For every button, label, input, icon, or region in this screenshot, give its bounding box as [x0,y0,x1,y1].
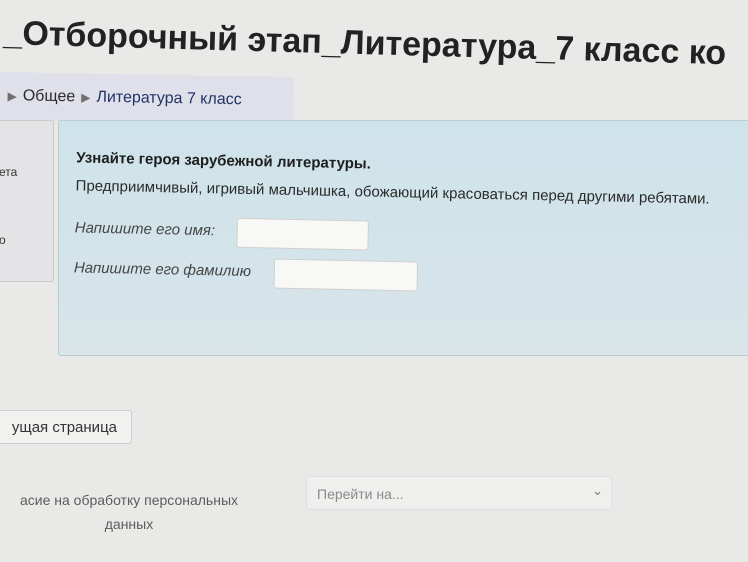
page-title: _Отборочный этап_Литература_7 класс ко [2,14,727,73]
first-name-label: Напишите его имя: [74,219,216,240]
question-card: Узнайте героя зарубежной литературы. Пре… [58,120,748,356]
breadcrumb: ▶ Общее ▶ Литература 7 класс [0,72,294,126]
breadcrumb-item-course[interactable]: Литература 7 класс [96,89,242,110]
jump-to-select[interactable]: Перейти на... ⌄ [306,476,612,510]
breadcrumb-item-general[interactable]: Общее [23,87,76,106]
consent-text-line: данных [104,516,154,532]
question-title: Узнайте героя зарубежной литературы. [76,149,372,173]
last-name-input[interactable] [273,258,419,292]
question-info-panel: ета о [0,120,54,282]
consent-text-line: асие на обработку персональных [19,492,239,508]
question-text: Предприимчивый, игривый мальчишка, обожа… [75,177,710,208]
info-panel-text: о [0,233,6,247]
info-panel-text: ета [0,165,18,179]
triangle-right-icon: ▶ [81,90,91,105]
previous-page-button[interactable]: ущая страница [0,410,132,444]
first-name-input[interactable] [236,217,369,251]
triangle-right-icon: ▶ [7,89,17,104]
chevron-down-icon: ⌄ [592,483,603,498]
jump-to-placeholder: Перейти на... [317,486,404,502]
last-name-label: Напишите его фамилию [73,259,252,281]
personal-data-consent-link[interactable]: асие на обработку персональных данных [0,488,264,536]
